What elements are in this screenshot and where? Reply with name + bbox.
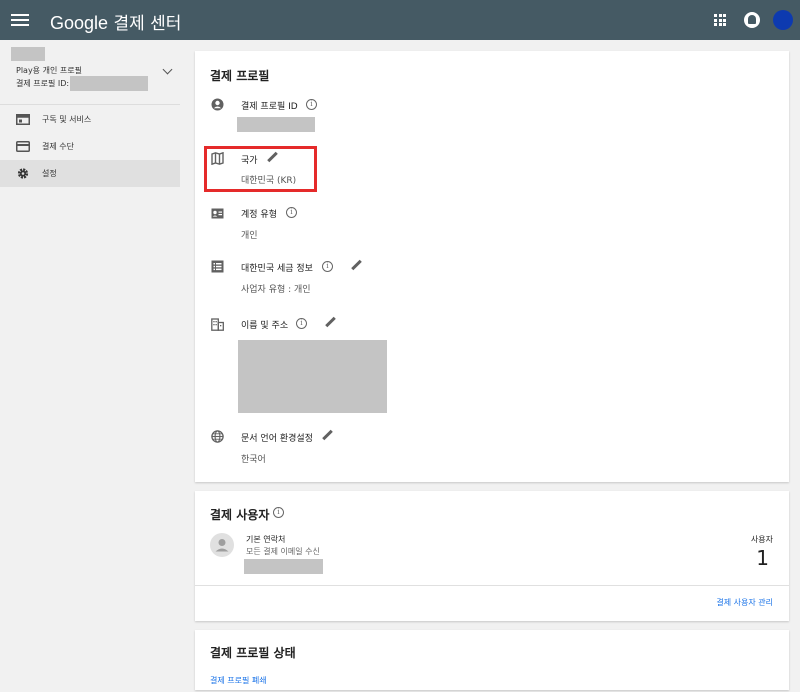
profile-name: Play용 개인 프로필 [16, 66, 82, 75]
sidebar-item-label: 설정 [42, 169, 57, 178]
tax-info-value: 사업자 유형 : 개인 [241, 285, 311, 295]
sidebar: Play용 개인 프로필 결제 프로필 ID: 구독 및 서비스 결제 수단 설… [0, 40, 180, 692]
user-count-value: 1 [756, 546, 769, 570]
name-address-label: 이름 및 주소 [241, 321, 289, 331]
profile-selector[interactable]: Play용 개인 프로필 결제 프로필 ID: [0, 40, 180, 96]
info-icon[interactable]: i [322, 261, 333, 272]
user-count-label: 사용자 [750, 535, 773, 544]
redacted-profile-name [11, 47, 45, 61]
billing-profile-card: 결제 프로필 결제 프로필 ID i 국가 대한민국 (KR) 계정 유형 i … [195, 51, 789, 482]
sidebar-item-settings[interactable]: 설정 [0, 160, 180, 187]
id-card-icon [211, 208, 224, 219]
profile-id-label: 결제 프로필 ID: [16, 79, 70, 88]
info-icon[interactable]: i [273, 507, 284, 518]
edit-tax-info-pencil-icon[interactable] [350, 259, 364, 273]
card-title: 결제 프로필 상태 [210, 646, 296, 660]
account-type-value: 개인 [241, 231, 258, 241]
redacted-profile-id [70, 76, 148, 91]
menu-icon[interactable] [11, 11, 29, 29]
account-type-label: 계정 유형 [241, 210, 277, 220]
sidebar-divider [0, 104, 180, 105]
globe-icon [211, 430, 224, 443]
sidebar-item-label: 구독 및 서비스 [42, 115, 92, 124]
sidebar-item-label: 결제 수단 [42, 142, 74, 151]
billing-profile-status-card: 결제 프로필 상태 결제 프로필 폐쇄 [195, 630, 789, 690]
edit-name-address-pencil-icon[interactable] [324, 316, 338, 330]
redacted-profile-id-value [237, 117, 315, 132]
chevron-down-icon[interactable] [162, 64, 173, 75]
country-value: 대한민국 (KR) [241, 176, 297, 186]
contact-title: 기본 연락처 [246, 535, 286, 544]
info-icon[interactable]: i [306, 99, 317, 110]
profile-id-label: 결제 프로필 ID [241, 102, 298, 112]
apps-grid-icon[interactable] [714, 14, 726, 26]
edit-country-pencil-icon[interactable] [266, 151, 280, 165]
card-title: 결제 프로필 [210, 69, 270, 83]
manage-users-link[interactable]: 결제 사용자 관리 [716, 597, 773, 608]
redacted-contact-email [244, 559, 323, 574]
country-label: 국가 [241, 156, 258, 166]
doc-language-value: 한국어 [241, 455, 266, 465]
account-circle-icon [211, 98, 224, 111]
top-app-bar: Google 결제 센터 [0, 0, 800, 40]
brand-google: Google [50, 13, 109, 33]
card-title: 결제 사용자 [210, 508, 270, 522]
sidebar-item-subscriptions[interactable]: 구독 및 서비스 [0, 106, 180, 133]
calendar-icon [16, 114, 30, 125]
gear-icon [17, 168, 29, 179]
credit-card-icon [16, 141, 30, 152]
redacted-address-block [238, 340, 387, 413]
tax-info-label: 대한민국 세금 정보 [241, 264, 313, 274]
contact-avatar-icon [210, 533, 234, 557]
close-profile-link[interactable]: 결제 프로필 폐쇄 [210, 675, 267, 686]
sidebar-item-payment-methods[interactable]: 결제 수단 [0, 133, 180, 160]
edit-doc-language-pencil-icon[interactable] [321, 429, 335, 443]
map-icon [211, 152, 224, 165]
notifications-icon[interactable] [744, 12, 760, 28]
business-building-icon [211, 318, 224, 331]
card-divider [195, 585, 789, 586]
info-icon[interactable]: i [286, 207, 297, 218]
contact-subtitle: 모든 결제 이메일 수신 [246, 547, 320, 556]
brand-product: 결제 센터 [113, 14, 182, 34]
doc-language-label: 문서 언어 환경설정 [241, 434, 313, 444]
billing-users-card: 결제 사용자 i 기본 연락처 모든 결제 이메일 수신 사용자 1 결제 사용… [195, 491, 789, 621]
app-title[interactable]: Google 결제 센터 [50, 9, 181, 34]
list-document-icon [211, 260, 224, 273]
account-avatar[interactable] [773, 10, 793, 30]
info-icon[interactable]: i [296, 318, 307, 329]
